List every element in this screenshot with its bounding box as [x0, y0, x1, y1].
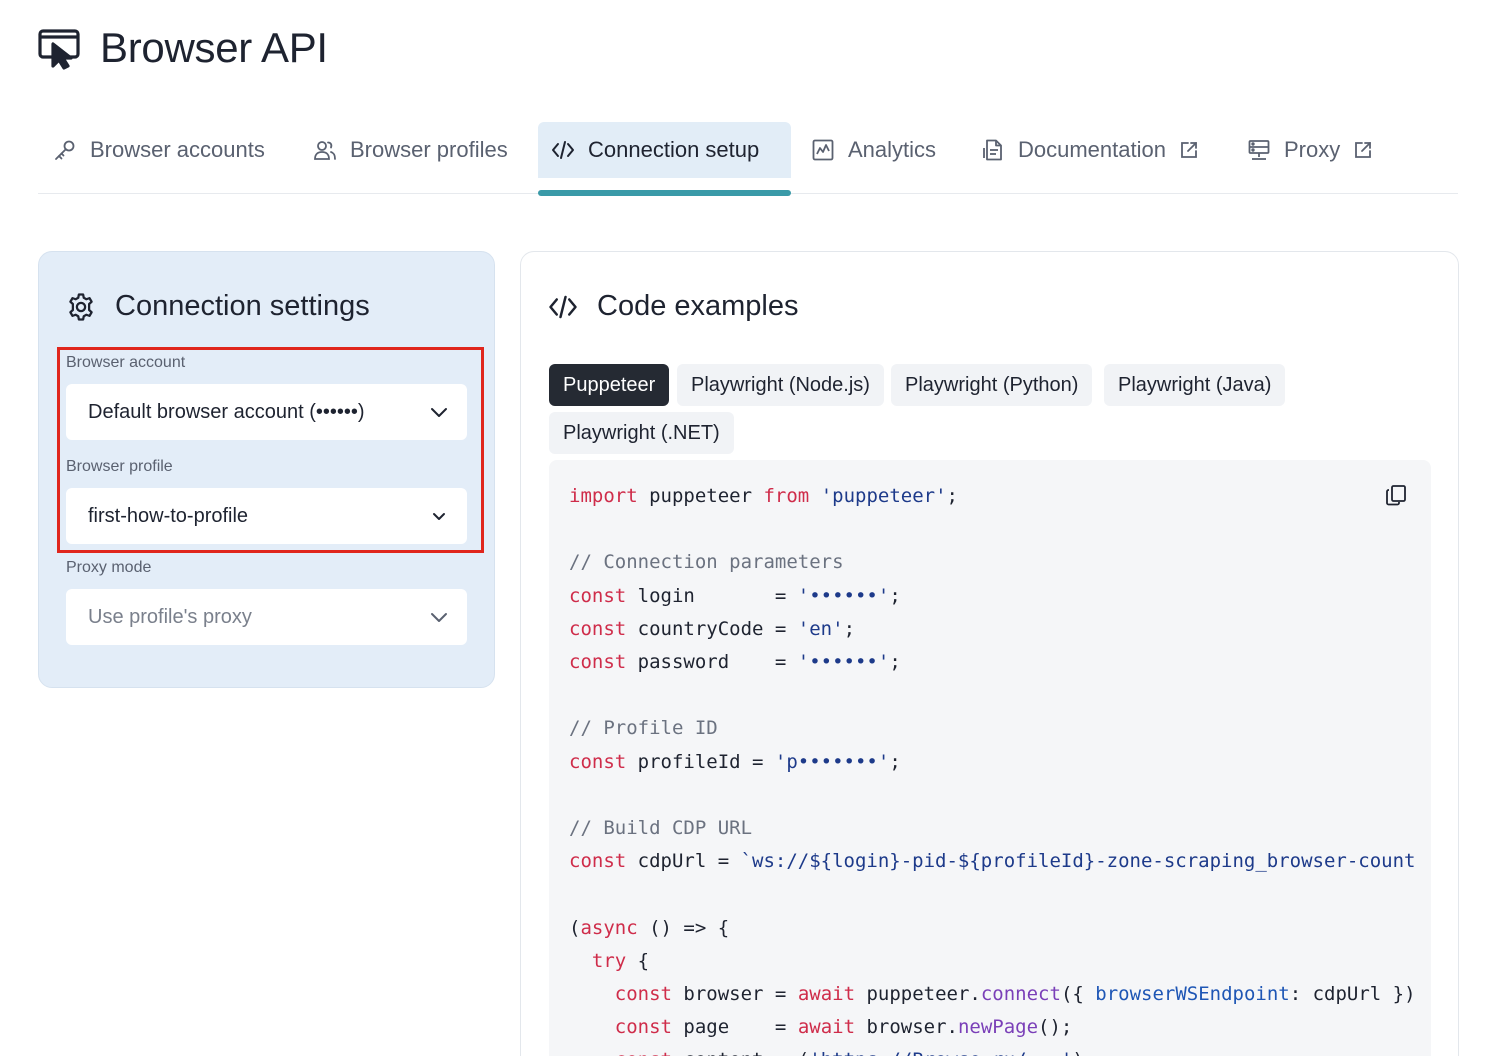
gear-icon: [65, 291, 97, 323]
code-line: const browser = await puppeteer.connect(…: [614, 983, 1416, 1006]
external-link-icon: [1178, 139, 1200, 161]
tab-label: Browser accounts: [90, 137, 265, 162]
code-examples-title: Code examples: [547, 290, 799, 323]
code-line: const countryCode = 'en';: [569, 617, 856, 640]
code-line: try {: [591, 949, 650, 972]
code-examples-panel: Code examples Puppeteer Playwright (Node…: [520, 251, 1459, 1056]
proxy-mode-value: Use profile's proxy: [88, 605, 252, 628]
code-icon: [547, 291, 579, 323]
code-line: const content = ('https://Browse.ru/...'…: [569, 1049, 1084, 1056]
connection-settings-panel: Connection settings Browser account Defa…: [38, 251, 495, 688]
panel-title-text: Connection settings: [115, 290, 370, 322]
code-line: const password = '••••••';: [569, 651, 901, 674]
chevron-down-icon: [429, 402, 449, 422]
proxy-mode-select[interactable]: Use profile's proxy: [66, 589, 467, 645]
chart-icon: [810, 137, 836, 163]
code-line: const cdpUrl = `ws://${login}-pid-${prof…: [569, 850, 1416, 873]
code-icon: [550, 137, 576, 163]
code-line: const login = '••••••';: [569, 584, 901, 607]
lang-tab-playwright-node[interactable]: Playwright (Node.js): [677, 364, 884, 406]
lang-tab-playwright-java[interactable]: Playwright (Java): [1104, 364, 1286, 406]
chevron-down-icon: [429, 506, 449, 526]
tab-documentation[interactable]: Documentation: [978, 122, 1202, 178]
chevron-down-icon: [429, 607, 449, 627]
app-header: Browser API: [36, 20, 328, 76]
lang-tab-playwright-dotnet[interactable]: Playwright (.NET): [549, 412, 734, 454]
active-tab-indicator: [538, 190, 791, 196]
browser-profile-select[interactable]: first-how-to-profile: [66, 488, 467, 544]
tab-label: Documentation: [1018, 137, 1166, 162]
lang-tab-playwright-python[interactable]: Playwright (Python): [891, 364, 1093, 406]
proxy-mode-label: Proxy mode: [66, 559, 152, 576]
browser-profile-value: first-how-to-profile: [88, 504, 249, 527]
code-line: const page = await browser.newPage();: [614, 1016, 1073, 1039]
connection-settings-title: Connection settings: [65, 290, 370, 323]
panel-title-text: Code examples: [597, 290, 799, 322]
code-line: const profileId = 'p•••••••';: [569, 750, 901, 773]
page-title: Browser API: [100, 24, 328, 71]
tab-analytics[interactable]: Analytics: [808, 122, 938, 178]
tab-label: Proxy: [1284, 137, 1341, 162]
external-link-icon: [1352, 139, 1374, 161]
tab-connection-setup[interactable]: Connection setup: [538, 122, 791, 178]
browser-account-value: Default browser account (••••••): [88, 400, 365, 423]
code-line: // Profile ID: [569, 717, 718, 740]
code-block[interactable]: import puppeteer from 'puppeteer'; // Co…: [549, 460, 1431, 1056]
code-line: import puppeteer from 'puppeteer';: [569, 485, 958, 507]
lang-tab-puppeteer[interactable]: Puppeteer: [549, 364, 670, 406]
code-line: // Build CDP URL: [569, 817, 753, 840]
tab-label: Analytics: [848, 137, 937, 162]
tab-label: Browser profiles: [350, 137, 508, 162]
code-content: import puppeteer from 'puppeteer'; // Co…: [569, 480, 1416, 1056]
browser-account-label: Browser account: [66, 354, 186, 371]
tab-browser-accounts[interactable]: Browser accounts: [50, 122, 267, 178]
browser-profile-label: Browser profile: [66, 458, 173, 475]
tab-proxy[interactable]: Proxy: [1244, 122, 1376, 178]
document-icon: [980, 137, 1006, 163]
server-icon: [1246, 137, 1272, 163]
users-icon: [312, 137, 338, 163]
code-line: // Connection parameters: [569, 551, 844, 574]
cursor-screen-icon: [36, 25, 82, 71]
nav-tabs: Browser accounts Browser profiles Connec…: [38, 122, 1458, 196]
tab-browser-profiles[interactable]: Browser profiles: [310, 122, 510, 178]
tab-label: Connection setup: [588, 137, 760, 162]
code-line: (async () => {: [569, 916, 730, 939]
browser-account-select[interactable]: Default browser account (••••••): [66, 384, 467, 440]
key-icon: [52, 137, 78, 163]
